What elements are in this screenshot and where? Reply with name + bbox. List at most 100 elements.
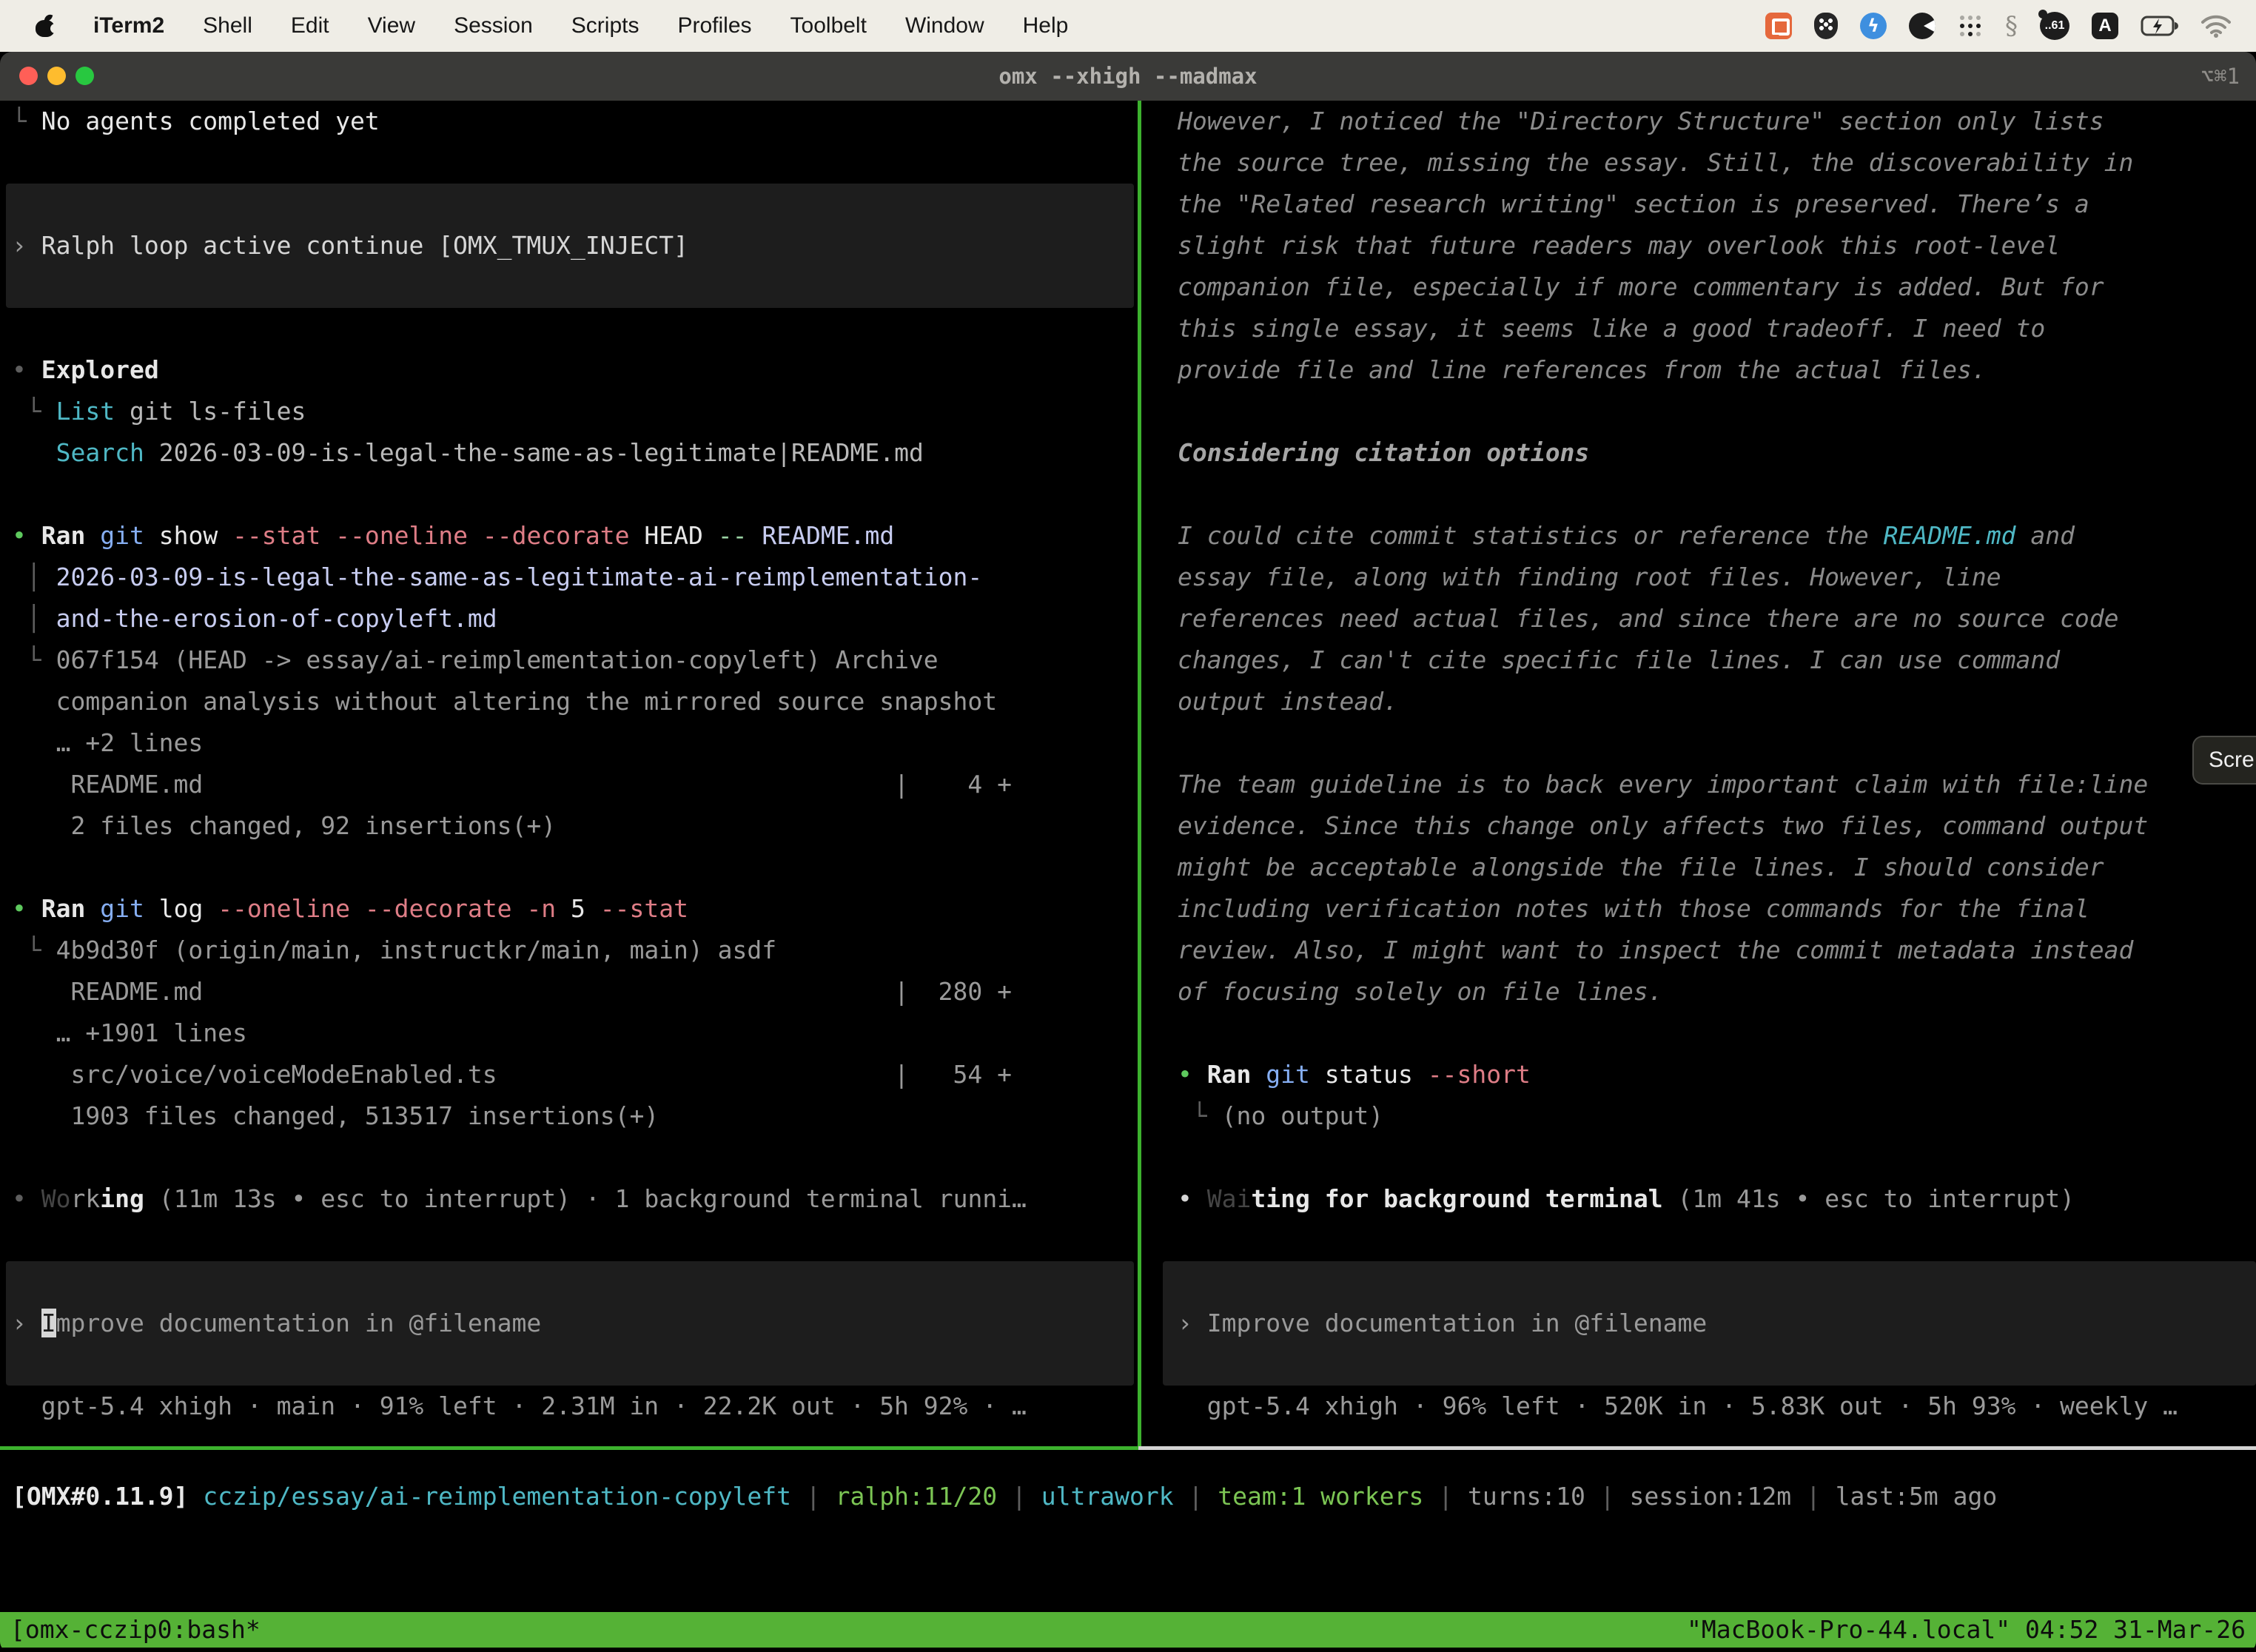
text-segment: last:5m ago: [1836, 1482, 1998, 1511]
terminal-line: this single essay, it seems like a good …: [1142, 308, 2256, 349]
text-segment: Search: [56, 438, 144, 467]
text-segment: (no output): [1222, 1101, 1384, 1130]
terminal-line: • Waiting for background terminal (1m 41…: [1142, 1178, 2256, 1220]
menu-item-shell[interactable]: Shell: [203, 13, 252, 38]
terminal-line: • Ran git log --oneline --decorate -n 5 …: [0, 888, 1138, 930]
terminal-line: … +1901 lines: [0, 1013, 1138, 1054]
menu-items: Shell Edit View Session Scripts Profiles Toolb…: [203, 13, 1068, 38]
text-segment: (11m 13s • esc to interrupt) · 1 backgro…: [144, 1184, 1027, 1213]
terminal-line: › Improve documentation in @filename: [0, 1303, 1138, 1344]
text-segment: git: [1266, 1060, 1310, 1089]
text-segment: show: [144, 521, 232, 550]
text-segment: --stat: [232, 521, 320, 550]
menu-item-scripts[interactable]: Scripts: [571, 13, 639, 38]
screen-tooltip: Scre: [2192, 736, 2256, 785]
terminal-line: • Explored: [0, 349, 1138, 391]
text-segment: The team guideline is to back every impo…: [1178, 770, 2148, 799]
text-segment: companion file, especially if more comme…: [1178, 272, 2104, 301]
text-segment: team:1 workers: [1218, 1482, 1423, 1511]
bolt-badge-icon[interactable]: ϟ: [1860, 13, 1887, 39]
text-segment: [12, 438, 56, 467]
text-segment: essay file, along with finding root file…: [1178, 563, 2001, 591]
terminal-line: Considering citation options: [1142, 432, 2256, 474]
menu-item-help[interactable]: Help: [1023, 13, 1069, 38]
terminal-line: └ List git ls-files: [0, 391, 1138, 432]
terminal-line: │ 2026-03-09-is-legal-the-same-as-legiti…: [0, 557, 1138, 598]
text-segment: src/voice/voiceModeEnabled.ts | 54 +: [12, 1060, 1012, 1089]
text-segment: --oneline: [218, 894, 350, 923]
text-segment: └: [12, 397, 56, 426]
pane-divider[interactable]: [1138, 101, 1141, 1446]
text-segment: Ran: [1207, 1060, 1252, 1089]
desktop: iTerm2 Shell Edit View Session Scripts Profil…: [0, 0, 2256, 1652]
text-segment: the source tree, missing the essay. Stil…: [1178, 148, 2133, 177]
tmux-pane-right[interactable]: However, I noticed the "Directory Struct…: [1142, 101, 2256, 1446]
apple-menu-icon[interactable]: [36, 15, 55, 37]
text-segment: session:12m: [1630, 1482, 1792, 1511]
text-segment: of focusing solely on file lines.: [1178, 977, 1663, 1006]
menu-item-view[interactable]: View: [368, 13, 415, 38]
terminal-line: including verification notes with those …: [1142, 888, 2256, 930]
text-segment: [468, 521, 483, 550]
input-source-a-icon[interactable]: A: [2092, 13, 2118, 39]
battery-charging-icon[interactable]: [2141, 13, 2179, 39]
badge-61-icon[interactable]: ..61: [2040, 12, 2069, 40]
terminal-line: └ 4b9d30f (origin/main, instructkr/main,…: [0, 930, 1138, 971]
text-segment: [320, 521, 335, 550]
terminal-line: Search 2026-03-09-is-legal-the-same-as-l…: [0, 432, 1138, 474]
pane-bottom-border-right: [1138, 1446, 2256, 1450]
text-segment: •: [1178, 1060, 1207, 1089]
terminal-line: › Ralph loop active continue [OMX_TMUX_I…: [0, 225, 1138, 266]
text-segment: status: [1310, 1060, 1428, 1089]
menu-item-app[interactable]: iTerm2: [93, 13, 164, 38]
tmux-status-bar: [omx-cczip0:bash* "MacBook-Pro-44.local"…: [0, 1612, 2256, 1648]
shield-grid-icon[interactable]: [1814, 13, 1838, 39]
wifi-icon[interactable]: [2201, 14, 2231, 38]
menu-item-window[interactable]: Window: [905, 13, 984, 38]
dots-grid-icon[interactable]: [1958, 13, 1983, 38]
text-segment: [85, 521, 100, 550]
terminal-line: • Ran git show --stat --oneline --decora…: [0, 515, 1138, 557]
text-segment: --short: [1428, 1060, 1531, 1089]
text-segment: gpt-5.4 xhigh · 96% left · 520K in · 5.8…: [1178, 1391, 2178, 1420]
terminal-content: └ No agents completed yet› Ralph loop ac…: [0, 101, 2256, 1446]
tmux-host-clock: "MacBook-Pro-44.local" 04:52 31-Mar-26: [1687, 1612, 2246, 1648]
terminal-line: • Ran git status --short: [1142, 1054, 2256, 1095]
text-segment: However, I noticed the "Directory Struct…: [1178, 107, 2104, 135]
window-title-bar[interactable]: omx --xhigh --madmax ⌥⌘1: [0, 52, 2256, 102]
window-shortcut-badge: ⌥⌘1: [2201, 52, 2240, 101]
text-segment: ting for background terminal: [1251, 1184, 1662, 1213]
text-segment: provide file and line references from th…: [1178, 355, 1987, 384]
chat-badge-icon[interactable]: [1765, 13, 1792, 39]
menu-item-session[interactable]: Session: [454, 13, 533, 38]
terminal-line: review. Also, I might want to inspect th…: [1142, 930, 2256, 971]
text-segment: |: [1791, 1482, 1836, 1511]
text-cursor: I: [41, 1309, 56, 1337]
text-segment: -n: [526, 894, 556, 923]
menu-item-toolbelt[interactable]: Toolbelt: [790, 13, 867, 38]
text-segment: |: [1423, 1482, 1468, 1511]
menu-item-edit[interactable]: Edit: [291, 13, 329, 38]
text-segment: 4b9d30f (origin/main, instructkr/main, m…: [56, 936, 777, 964]
text-segment: ›: [1178, 1309, 1207, 1337]
terminal-line: might be acceptable alongside the file l…: [1142, 847, 2256, 888]
text-segment: slight risk that future readers may over…: [1178, 231, 2060, 260]
text-segment: └: [1178, 1101, 1222, 1130]
text-segment: gpt-5.4 xhigh · main · 91% left · 2.31M …: [12, 1391, 1027, 1420]
text-segment: README.md: [762, 521, 894, 550]
text-segment: --decorate: [483, 521, 630, 550]
text-segment: rk: [71, 1184, 101, 1213]
text-segment: HEAD: [630, 521, 718, 550]
text-segment: … +2 lines: [12, 728, 203, 757]
text-segment: … +1901 lines: [12, 1018, 247, 1047]
pacman-icon[interactable]: [1909, 13, 1936, 39]
terminal-line: the "Related research writing" section i…: [1142, 184, 2256, 225]
terminal-line: essay file, along with finding root file…: [1142, 557, 2256, 598]
text-segment: might be acceptable alongside the file l…: [1178, 853, 2104, 882]
hook-icon[interactable]: §: [2005, 13, 2018, 39]
text-segment: 2026-03-09-is-legal-the-same-as-legitima…: [144, 438, 924, 467]
text-segment: ›: [12, 1309, 41, 1337]
text-segment: this single essay, it seems like a good …: [1178, 314, 2045, 343]
tmux-pane-left[interactable]: └ No agents completed yet› Ralph loop ac…: [0, 101, 1138, 1446]
menu-item-profiles[interactable]: Profiles: [677, 13, 751, 38]
